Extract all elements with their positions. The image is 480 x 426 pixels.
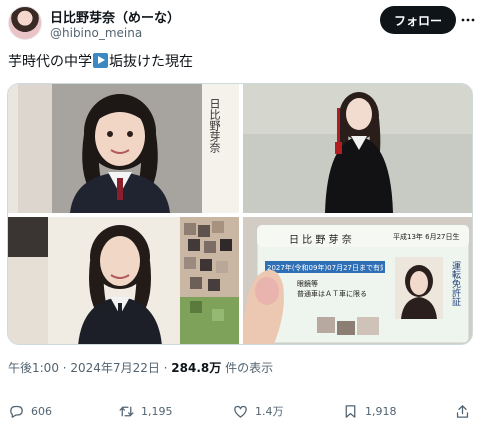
reply-count: 606 — [31, 404, 52, 418]
bookmark-icon — [345, 404, 356, 418]
retweet-count: 1,195 — [141, 404, 173, 418]
view-count-label: 件の表示 — [221, 361, 274, 375]
tweet-text-after: 垢抜けた現在 — [109, 54, 193, 70]
license-conditions: 眼鏡等 普通車はＡＴ車に限る — [297, 280, 367, 298]
bookmark-button[interactable]: 1,918 — [342, 400, 397, 422]
play-button-emoji-icon — [93, 53, 108, 68]
display-name[interactable]: 日比野芽奈（めーな） — [50, 7, 180, 26]
reply-button[interactable]: 606 — [8, 400, 52, 422]
photo-school-portrait[interactable] — [8, 217, 239, 344]
heart-icon — [234, 405, 247, 418]
avatar[interactable] — [8, 6, 42, 40]
retweet-button[interactable]: 1,195 — [118, 400, 173, 422]
share-button[interactable] — [454, 400, 471, 422]
user-handle[interactable]: @hibino_meina — [50, 26, 142, 40]
photo-yearbook-portrait[interactable]: 日比野芽奈 — [8, 84, 239, 213]
action-bar: 606 1,195 1.4万 1,918 — [0, 400, 480, 422]
license-title: 運転免許証 — [450, 261, 460, 306]
tweet-meta: 午後1:00 · 2024年7月22日 · 284.8万 件の表示 — [8, 359, 273, 376]
like-button[interactable]: 1.4万 — [232, 400, 284, 422]
tweet-timestamp[interactable]: 午後1:00 · 2024年7月22日 · — [8, 361, 171, 375]
retweet-icon — [119, 406, 134, 416]
like-count: 1.4万 — [255, 405, 284, 418]
license-expiry: 2027年(令和09年)07月27日まで有効 — [267, 264, 383, 272]
tweet-header: 日比野芽奈（めーな） @hibino_meina フォロー — [0, 0, 480, 44]
photo-graduation-gown[interactable] — [243, 84, 472, 213]
share-icon — [456, 404, 469, 418]
follow-button[interactable]: フォロー — [380, 6, 456, 34]
view-count: 284.8万 — [171, 361, 222, 375]
more-options-icon[interactable] — [460, 12, 476, 28]
tweet-text: 芋時代の中学 垢抜けた現在 — [8, 51, 193, 71]
license-name: 日 比 野 芽 奈 — [289, 235, 352, 246]
bookmark-count: 1,918 — [365, 404, 397, 418]
license-birthdate: 平成13年 6月27日生 — [393, 233, 460, 241]
reply-icon — [10, 405, 23, 418]
yearbook-name-plate: 日比野芽奈 — [208, 98, 221, 153]
media-grid: 日比野芽奈 日 比 野 芽 奈 平成13年 6月27日生 2027年(令和09年… — [7, 83, 473, 345]
tweet-text-before: 芋時代の中学 — [8, 54, 92, 70]
photo-drivers-license[interactable]: 日 比 野 芽 奈 平成13年 6月27日生 2027年(令和09年)07月27… — [243, 217, 472, 344]
